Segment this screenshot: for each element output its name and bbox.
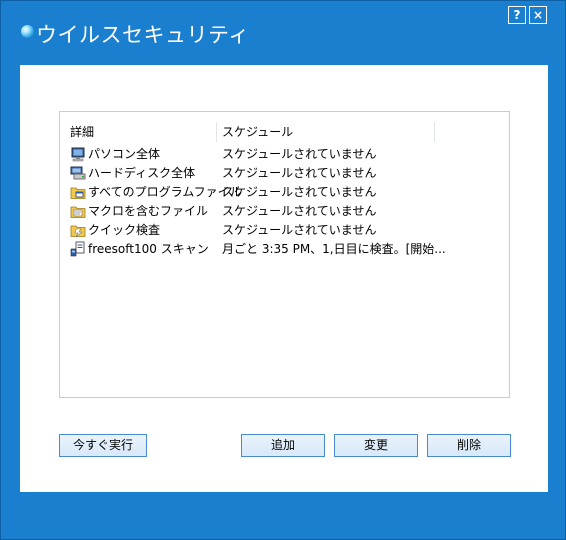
change-button[interactable]: 変更 xyxy=(334,434,418,457)
scan-schedule: スケジュールされていません xyxy=(222,204,377,218)
help-button[interactable]: ? xyxy=(508,6,526,24)
column-header-schedule[interactable]: スケジュール xyxy=(222,122,293,142)
list-item[interactable]: マクロを含むファイル スケジュールされていません xyxy=(60,202,509,221)
close-button[interactable]: × xyxy=(529,6,547,24)
list-item[interactable]: freesoft100 スキャン 月ごと 3:35 PM、1,日目に検査。[開始… xyxy=(60,240,509,259)
list-header: 詳細 スケジュール xyxy=(60,122,509,142)
content-panel: 詳細 スケジュール パソコン全体 スケジュールされていません ハードディスク全体… xyxy=(20,65,548,492)
scan-name: ハードディスク全体 xyxy=(88,166,196,180)
scan-name: マクロを含むファイル xyxy=(88,204,209,218)
scan-name: すべてのプログラムファイル xyxy=(88,185,242,199)
add-button[interactable]: 追加 xyxy=(241,434,325,457)
list-item[interactable]: ハードディスク全体 スケジュールされていません xyxy=(60,164,509,183)
column-header-details[interactable]: 詳細 xyxy=(70,122,94,142)
hard-drive-icon xyxy=(70,166,86,180)
quick-scan-icon xyxy=(70,225,86,238)
app-logo-icon xyxy=(21,25,34,38)
scan-schedule: スケジュールされていません xyxy=(222,147,377,161)
column-divider[interactable] xyxy=(434,122,435,142)
scan-schedule: スケジュールされていません xyxy=(222,166,377,180)
scan-schedule-list[interactable]: 詳細 スケジュール パソコン全体 スケジュールされていません ハードディスク全体… xyxy=(59,111,510,398)
custom-scan-icon xyxy=(70,241,85,257)
column-divider[interactable] xyxy=(216,122,217,142)
scan-schedule: スケジュールされていません xyxy=(222,185,377,199)
list-item[interactable]: パソコン全体 スケジュールされていません xyxy=(60,145,509,164)
window-title: ウイルスセキュリティ xyxy=(36,23,250,47)
scan-schedule: スケジュールされていません xyxy=(222,223,377,237)
list-item[interactable]: クイック検査 スケジュールされていません xyxy=(60,221,509,240)
delete-button[interactable]: 削除 xyxy=(427,434,511,457)
app-window: ウイルスセキュリティ ? × 詳細 スケジュール パソコン全体 スケジュールされ… xyxy=(0,0,566,540)
list-item[interactable]: すべてのプログラムファイル スケジュールされていません xyxy=(60,183,509,202)
program-files-icon xyxy=(70,187,86,199)
scan-name: freesoft100 スキャン xyxy=(88,242,209,256)
scan-name: パソコン全体 xyxy=(88,147,161,161)
scan-name: クイック検査 xyxy=(88,223,161,237)
macro-files-icon xyxy=(70,206,86,218)
title-bar: ウイルスセキュリティ ? × xyxy=(1,1,566,65)
scan-schedule: 月ごと 3:35 PM、1,日目に検査。[開始... xyxy=(222,242,446,256)
run-now-button[interactable]: 今すぐ実行 xyxy=(59,434,147,457)
computer-icon xyxy=(71,147,85,162)
